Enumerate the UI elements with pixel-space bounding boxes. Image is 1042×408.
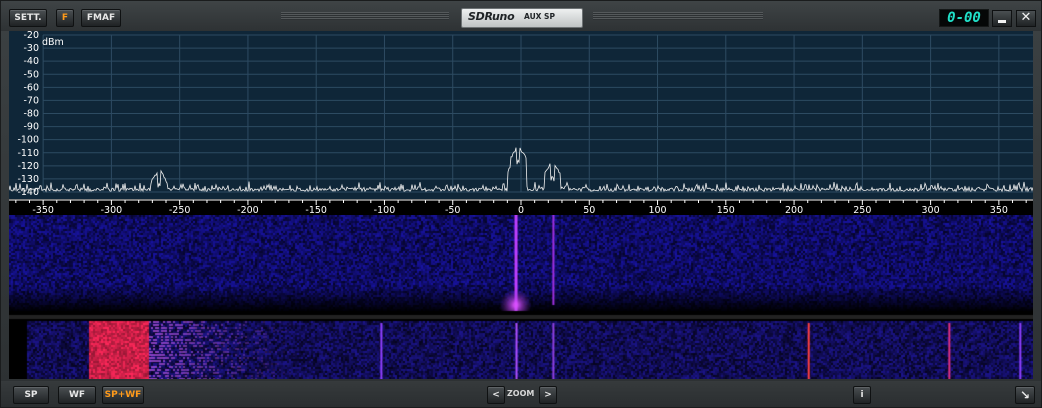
freq-tick-label: -150	[305, 205, 327, 215]
freq-tick-label: -100	[374, 205, 396, 215]
freq-tick-label: 150	[717, 205, 735, 215]
waterfall-canvas	[9, 215, 1033, 379]
freq-tick-label: -50	[445, 205, 461, 215]
db-tick-label: -110	[17, 148, 39, 159]
settings-button[interactable]: SETT.	[9, 9, 47, 27]
zoom-in-button[interactable]: >	[539, 386, 557, 404]
db-tick-label: -130	[17, 174, 39, 185]
bottom-bar: SP WF SP+WF < ZOOM > i ↘	[1, 381, 1041, 407]
spectrum-display[interactable]: -20 -30 -40 -50 -60 -70 -80 -90 -100 -110 -120 -130…	[9, 31, 1033, 199]
sp-wf-button[interactable]: SP+WF	[102, 386, 144, 404]
wf-button[interactable]: WF	[58, 386, 96, 404]
resize-icon[interactable]: ↘	[1015, 386, 1035, 404]
waterfall-display[interactable]	[9, 215, 1033, 379]
db-tick-label: -120	[17, 161, 39, 172]
freq-tick-label: 0	[518, 205, 524, 215]
freq-tick-label: 100	[648, 205, 666, 215]
logo-plate: SDRuno AUX SP	[461, 8, 583, 28]
db-tick-label: -20	[23, 31, 39, 41]
freq-tick-label: -350	[32, 205, 54, 215]
frequency-scale[interactable]: -350 -300 -250 -200 -150 -100 -50 0 50 100 150 200 2…	[9, 199, 1033, 216]
freq-tick-label: 50	[583, 205, 595, 215]
freq-tick-label: 300	[922, 205, 940, 215]
freq-tick-label: -300	[101, 205, 123, 215]
db-tick-label: -50	[23, 69, 39, 80]
sdruno-logo: SDRuno	[468, 10, 515, 23]
aux-sp-window: SETT. F FMAF SDRuno AUX SP 0-00 ✕ -20 -30…	[0, 0, 1042, 408]
db-tick-label: -30	[23, 43, 39, 54]
spectrum-plot: -20 -30 -40 -50 -60 -70 -80 -90 -100 -110 -120 -130…	[9, 31, 1033, 198]
frequency-scale-plot: -350 -300 -250 -200 -150 -100 -50 0 50 100 150 200 2…	[9, 199, 1033, 216]
db-tick-label: -70	[23, 95, 39, 106]
freq-tick-label: 200	[785, 205, 803, 215]
sp-button[interactable]: SP	[13, 386, 49, 404]
db-tick-label: -40	[23, 56, 39, 67]
title-bar[interactable]: SETT. F FMAF SDRuno AUX SP 0-00 ✕	[1, 1, 1041, 31]
fmaf-button[interactable]: FMAF	[81, 9, 121, 27]
freq-tick-label: -250	[169, 205, 191, 215]
db-tick-label: -80	[23, 109, 39, 120]
freq-tick-label: 350	[990, 205, 1008, 215]
db-tick-label: -60	[23, 82, 39, 93]
dbm-unit-label: dBm	[42, 37, 64, 48]
minimize-icon[interactable]	[992, 10, 1012, 27]
db-tick-label: -100	[17, 135, 39, 146]
title-grip-right	[593, 12, 763, 20]
freq-tick-label: -200	[237, 205, 259, 215]
panel-name: AUX SP	[524, 12, 555, 21]
zoom-out-button[interactable]: <	[487, 386, 505, 404]
db-tick-label: -90	[23, 122, 39, 133]
zoom-label: ZOOM	[507, 389, 535, 398]
info-button[interactable]: i	[853, 386, 871, 404]
f-button[interactable]: F	[56, 9, 74, 27]
clock-display: 0-00	[939, 9, 989, 27]
title-grip-left	[281, 12, 449, 20]
close-icon[interactable]: ✕	[1016, 10, 1036, 27]
freq-tick-label: 250	[853, 205, 871, 215]
